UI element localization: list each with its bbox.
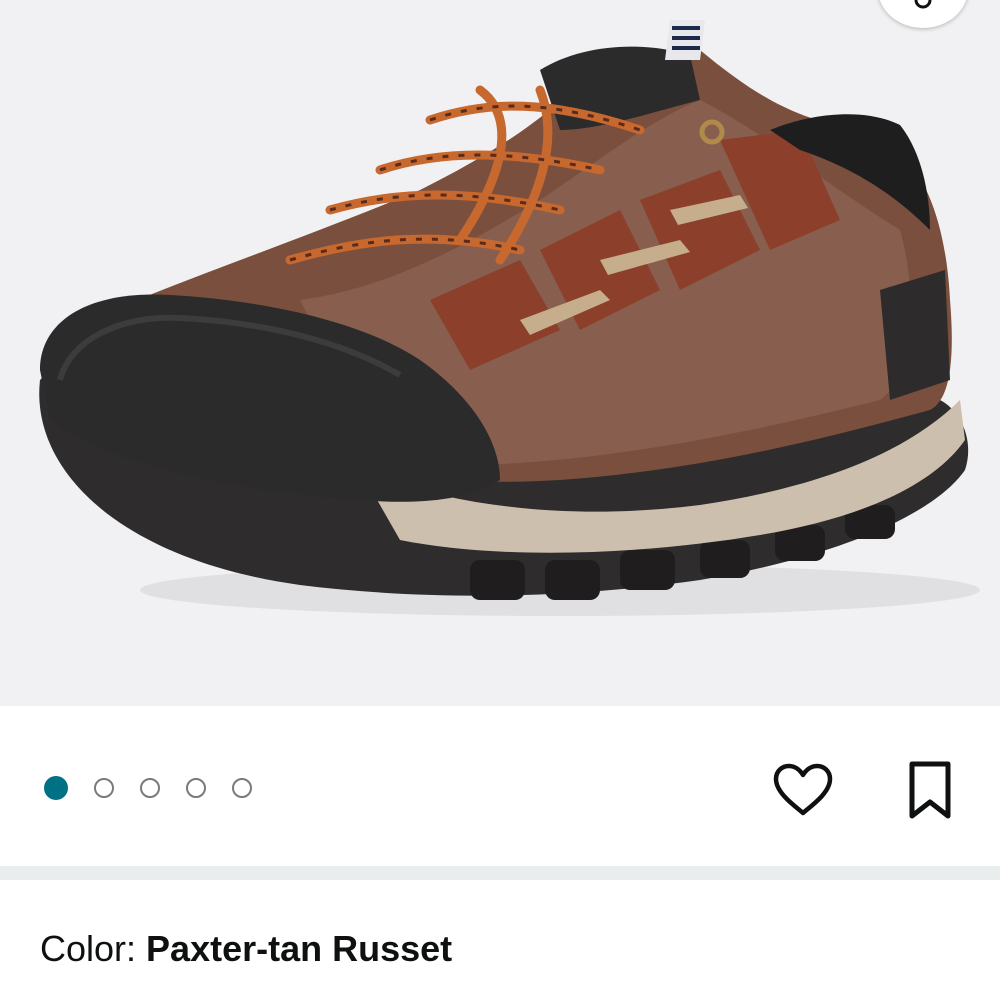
product-image[interactable]	[0, 0, 1000, 706]
carousel-dot-2[interactable]	[94, 778, 114, 798]
carousel-dot-3[interactable]	[140, 778, 160, 798]
favorite-button[interactable]	[772, 762, 834, 818]
color-label: Color:	[40, 928, 147, 969]
product-detail-page: Color: Paxter-tan Russet	[0, 0, 1000, 1000]
carousel-dot-4[interactable]	[186, 778, 206, 798]
color-value: Paxter-tan Russet	[146, 928, 453, 969]
share-icon	[914, 0, 932, 9]
image-controls-row	[0, 706, 1000, 866]
save-to-list-button[interactable]	[904, 760, 956, 822]
section-divider	[0, 866, 1000, 880]
carousel-dot-1[interactable]	[44, 776, 68, 800]
color-variation: Color: Paxter-tan Russet	[40, 928, 452, 970]
heart-icon	[773, 763, 833, 816]
shoe-illustration	[39, 20, 980, 616]
carousel-dot-5[interactable]	[232, 778, 252, 798]
bookmark-icon	[909, 761, 951, 819]
carousel-indicator	[44, 776, 252, 800]
